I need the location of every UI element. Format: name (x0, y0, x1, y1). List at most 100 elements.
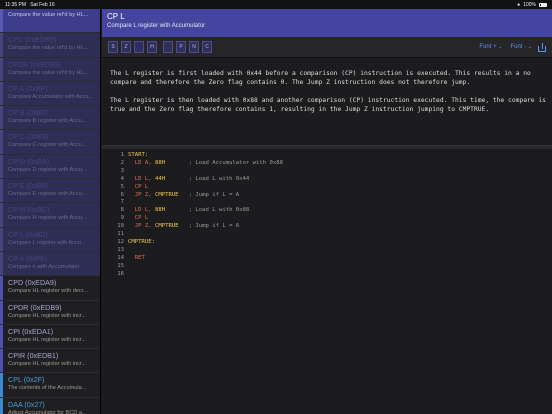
item-accent (0, 33, 3, 57)
code-line: 11 (108, 231, 546, 239)
line-number: 15 (117, 262, 124, 269)
status-date: Sat Feb 16 (30, 1, 55, 8)
sidebar-item[interactable]: CPL (0x2F) The contents of the Accumula..… (0, 373, 100, 398)
chevron-down-icon: ⌄ (498, 44, 503, 50)
sidebar-item[interactable]: DAA (0x27) Adjust Accumulator for BCD a..… (0, 397, 100, 414)
sidebar-item[interactable]: CP n (0xFE) Compare n with Accumulator (0, 251, 100, 277)
sidebar-item[interactable]: CP B (0xB8) Compare B register with Accu.… (0, 106, 100, 131)
status-time: 11:35 PM (5, 1, 27, 8)
line-number: 5 (120, 183, 124, 190)
item-description: The contents of the Accumula... (8, 385, 87, 392)
line-number: 1 (120, 152, 124, 158)
item-description: Compare B register with Accu... (8, 118, 87, 125)
code-line: 1 START: (108, 152, 546, 160)
sidebar-item[interactable]: CPDR (0xEDB9) Compare the value ref'd by … (0, 57, 100, 82)
item-title: CP B (0xB8) (8, 108, 48, 118)
item-description: Compare the value ref'd by HL... (8, 12, 89, 18)
sidebar-item[interactable]: CP C (0xB9) Compare C register with Accu.… (0, 130, 100, 155)
line-number: 8 (120, 207, 124, 214)
item-accent (0, 179, 3, 203)
battery-icon (539, 2, 547, 7)
item-title: CPIR (0xEDB1) (8, 351, 59, 361)
code-line: 7 (108, 199, 546, 207)
flag-indicator: C (202, 41, 212, 53)
item-title: CPDR (0xEDB9) (8, 59, 62, 69)
item-title: CP E (0xBB) (8, 181, 49, 191)
sidebar-item[interactable]: CP D (0xBA) Compare D register with Accu.… (0, 154, 100, 180)
code-opcode: CP L (134, 215, 149, 222)
item-description: Adjust Accumulator for BCD a... (8, 409, 87, 414)
sidebar-item[interactable]: CPD (0xEDA9) Compare HL register with dec… (0, 276, 100, 301)
code-opcode: JP Z, (134, 191, 152, 198)
item-accent (0, 349, 3, 373)
code-line: 5 CP L (108, 184, 546, 192)
item-accent (0, 106, 3, 130)
sidebar-item[interactable]: CPD (0xEDB9) Compare the value ref'd by H… (0, 33, 100, 58)
instruction-detail: CP L Compare L register with Accumulator… (102, 9, 552, 414)
item-accent (0, 9, 3, 33)
line-number: 3 (120, 167, 124, 174)
font-decrease-button[interactable]: Font - ⌄ (510, 44, 532, 50)
item-title: CP n (0xFE) (8, 253, 48, 263)
wifi-icon: ● (517, 1, 521, 8)
sidebar-item[interactable]: CP E (0xBB) Compare E register with Accu.… (0, 179, 100, 204)
sidebar-item[interactable]: CPDR (0xEDB9) Compare HL register with in… (0, 300, 100, 325)
instruction-list[interactable]: Compare the value ref'd by HL... CPD (0xE… (0, 9, 101, 414)
item-title: CPD (0xEDA9) (8, 278, 57, 288)
item-description: Compare Accumulator with Accu... (8, 93, 94, 100)
item-description: Compare L register with Accu... (8, 239, 86, 246)
code-line: 13 (108, 247, 546, 255)
flag-indicator: H (147, 41, 157, 53)
item-accent (0, 203, 3, 227)
flag-indicator: P (176, 41, 186, 53)
line-number: 12 (117, 238, 124, 245)
item-accent (0, 57, 3, 81)
item-title: CP H (0xBC) (8, 205, 50, 215)
font-increase-button[interactable]: Font + ⌄ (479, 44, 502, 50)
code-operand: 44H (154, 175, 166, 182)
code-comment: ; Load L with 0x44 (188, 175, 250, 182)
code-line: 2 LD A, 88H ; Load Accumulator with 0x88 (108, 160, 546, 168)
sidebar-item[interactable]: Compare the value ref'd by HL... (0, 9, 100, 34)
toolbar: SZ H PNC Font + ⌄ Font - ⌄ (102, 37, 552, 58)
line-number: 2 (120, 159, 124, 166)
flag-indicator (163, 41, 173, 53)
line-number: 6 (120, 191, 124, 198)
code-line: 3 (108, 168, 546, 176)
item-accent (0, 373, 3, 397)
flag-indicator: Z (121, 41, 131, 53)
code-comment: ; Load Accumulator with 0x88 (188, 159, 283, 166)
item-title: CPD (0xEDB9) (8, 35, 57, 45)
sidebar-item[interactable]: CPIR (0xEDB1) Compare HL register with in… (0, 349, 100, 374)
code-line: 15 (108, 263, 546, 271)
code-example: 1 START: 2 LD A, 88H ; Load Accumulator wi… (102, 149, 552, 282)
item-title: CPDR (0xEDB9) (8, 302, 62, 312)
item-accent (0, 251, 3, 276)
item-description: Compare n with Accumulator (8, 263, 80, 270)
item-description: Compare E register with Accu... (8, 191, 87, 198)
code-line: 9 CP L (108, 215, 546, 223)
code-opcode: LD A, (134, 159, 152, 166)
status-bar: 11:35 PM Sat Feb 16 ● 100% (0, 0, 552, 9)
line-number: 10 (117, 223, 124, 230)
item-description: Compare the value ref'd by HL... (8, 69, 89, 76)
explanation-paragraph: The L register is then loaded with 0x88 … (110, 97, 546, 113)
flag-indicator: S (108, 41, 118, 53)
sidebar-item[interactable]: CP L (0xBD) Compare L register with Accu.… (0, 227, 100, 252)
line-number: 11 (117, 231, 124, 238)
item-title: CP C (0xB9) (8, 132, 49, 142)
item-title: CPI (0xEDA1) (8, 326, 54, 336)
line-number: 7 (120, 199, 124, 206)
item-description: Compare C register with Accu... (8, 142, 87, 149)
sidebar-item[interactable]: CPI (0xEDA1) Compare HL register with inc… (0, 324, 100, 350)
line-number: 16 (117, 270, 124, 277)
item-description: Compare HL register with incr... (8, 361, 87, 368)
code-opcode: RET (134, 254, 145, 261)
code-line: 4 LD L, 44H ; Load L with 0x44 (108, 176, 546, 184)
sidebar-item[interactable]: CP A (0xBF) Compare Accumulator with Accu… (0, 81, 100, 107)
sidebar-item[interactable]: CP H (0xBC) Compare H register with Accu.… (0, 203, 100, 228)
flag-indicators: SZ H PNC (108, 41, 215, 53)
item-description: Compare the value ref'd by HL... (8, 45, 89, 52)
code-line: 8 LD L, 88H ; Load L with 0x88 (108, 207, 546, 215)
share-icon[interactable] (538, 42, 546, 52)
